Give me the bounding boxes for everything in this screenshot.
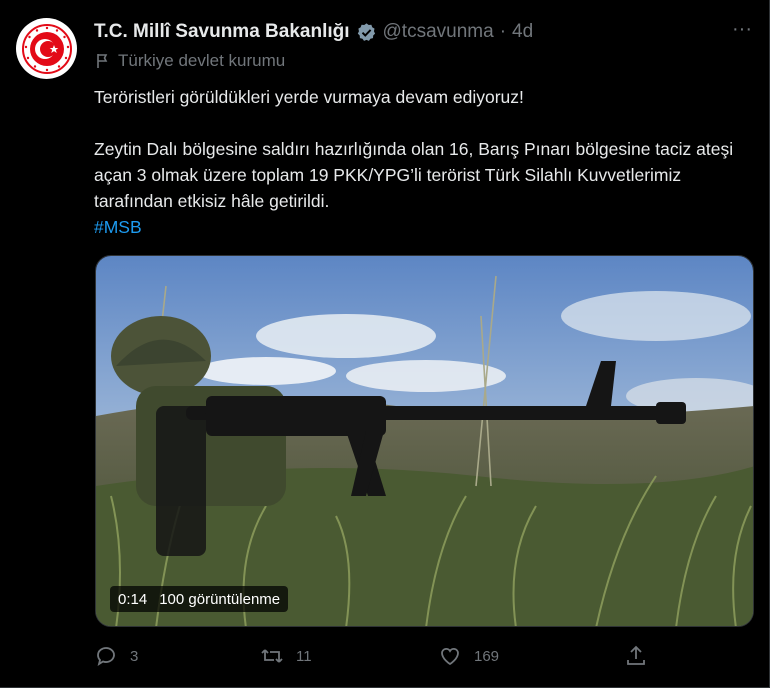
government-label-text: Türkiye devlet kurumu bbox=[118, 51, 286, 70]
tweet-text-line1: Teröristleri görüldükleri yerde vurmaya … bbox=[94, 87, 524, 107]
retweet-count: 11 bbox=[296, 647, 312, 665]
reply-count: 3 bbox=[130, 647, 139, 665]
tweet-header: T.C. Millî Savunma Bakanlığı @tcsavunma … bbox=[94, 20, 533, 44]
separator-dot: · bbox=[499, 21, 507, 42]
like-button[interactable]: 169 bbox=[438, 644, 499, 668]
timestamp[interactable]: 4d bbox=[512, 21, 533, 43]
share-button[interactable] bbox=[624, 644, 660, 668]
video-thumbnail bbox=[96, 256, 753, 626]
video-badge: 0:14 100 görüntülenme bbox=[110, 586, 289, 612]
handle[interactable]: @tcsavunma bbox=[383, 21, 494, 43]
tweet[interactable]: T.C. Millî Savunma Bakanlığı @tcsavunma … bbox=[0, 0, 770, 688]
video-views: 100 görüntülenme bbox=[159, 590, 281, 608]
like-icon bbox=[441, 647, 459, 666]
share-icon bbox=[627, 645, 645, 665]
government-label: Türkiye devlet kurumu bbox=[94, 51, 285, 71]
video-duration: 0:14 bbox=[118, 590, 148, 608]
tweet-text-line2: Zeytin Dalı bölgesine saldırı hazırlığın… bbox=[94, 139, 734, 211]
video-player[interactable]: 0:14 100 görüntülenme bbox=[95, 255, 754, 627]
verified-badge-icon bbox=[356, 22, 377, 43]
display-name[interactable]: T.C. Millî Savunma Bakanlığı bbox=[94, 21, 350, 43]
flag-icon bbox=[97, 54, 108, 68]
like-count: 169 bbox=[474, 647, 500, 665]
tweet-text: Teröristleri görüldükleri yerde vurmaya … bbox=[94, 84, 754, 240]
hashtag-link[interactable]: #MSB bbox=[94, 217, 142, 237]
reply-icon bbox=[97, 647, 115, 666]
reply-button[interactable]: 3 bbox=[94, 644, 138, 668]
avatar[interactable] bbox=[16, 18, 77, 79]
retweet-button[interactable]: 11 bbox=[260, 644, 312, 668]
tweet-actions: 3 11 169 bbox=[94, 644, 754, 670]
retweet-icon bbox=[261, 649, 283, 663]
more-icon[interactable]: ··· bbox=[730, 19, 754, 44]
msb-logo-icon bbox=[20, 22, 73, 75]
